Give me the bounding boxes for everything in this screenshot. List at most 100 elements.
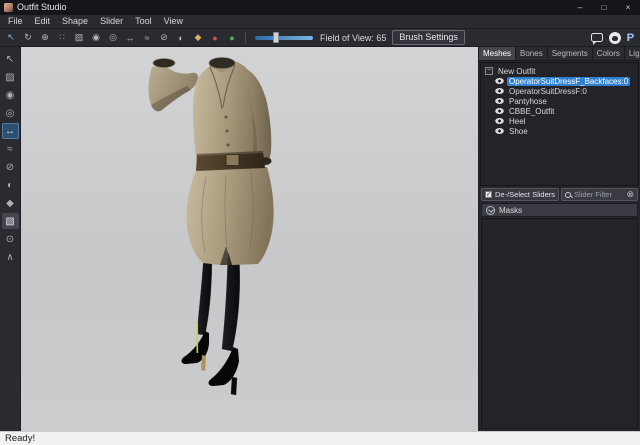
status-text: Ready! bbox=[5, 433, 35, 444]
paypal-icon[interactable]: P bbox=[627, 32, 634, 44]
pivot-tool-icon[interactable]: ⊕ bbox=[37, 31, 53, 45]
deselect-sliders-button[interactable]: ✓ De-/Select Sliders bbox=[481, 188, 559, 201]
maximize-button[interactable]: □ bbox=[592, 0, 616, 15]
smooth-brush-icon[interactable]: ≈ bbox=[139, 31, 155, 45]
slider-filter-input[interactable] bbox=[574, 190, 623, 199]
outfit-model bbox=[21, 47, 478, 431]
menu-file[interactable]: File bbox=[2, 15, 29, 28]
tree-item-new-outfit[interactable]: − New Outfit bbox=[483, 66, 636, 76]
alpha-brush-icon[interactable]: ▧ bbox=[2, 213, 19, 229]
menu-edit[interactable]: Edit bbox=[29, 15, 57, 28]
tree-item[interactable]: Pantyhose bbox=[483, 96, 636, 106]
transform-tool-icon[interactable]: ↻ bbox=[20, 31, 36, 45]
mask-brush-icon[interactable]: ▨ bbox=[71, 31, 87, 45]
eye-visibility-icon[interactable] bbox=[495, 108, 504, 114]
statusbar: Ready! bbox=[0, 431, 640, 445]
red-dot-icon[interactable]: ● bbox=[207, 31, 223, 45]
inflate-brush-icon[interactable]: ◉ bbox=[2, 87, 19, 103]
panel-tabs: Meshes Bones Segments Colors Lights bbox=[479, 47, 640, 61]
eye-visibility-icon[interactable] bbox=[495, 78, 504, 84]
tab-meshes[interactable]: Meshes bbox=[479, 47, 516, 60]
deselect-sliders-label: De-/Select Sliders bbox=[495, 190, 555, 199]
expander-icon[interactable]: − bbox=[485, 67, 493, 75]
tree-item[interactable]: Heel bbox=[483, 116, 636, 126]
model-right-leg bbox=[222, 253, 240, 351]
slider-filter-box[interactable]: ⊗ bbox=[561, 188, 638, 201]
inflate-brush-icon[interactable]: ◉ bbox=[88, 31, 104, 45]
model-right-heel bbox=[231, 377, 237, 395]
tree-item-label: Heel bbox=[507, 117, 527, 126]
model-left-leg bbox=[197, 252, 212, 335]
masks-header-label: Masks bbox=[499, 206, 522, 215]
green-dot-icon[interactable]: ● bbox=[224, 31, 240, 45]
brush-settings-button[interactable]: Brush Settings bbox=[392, 30, 465, 45]
fov-slider-track bbox=[255, 36, 313, 40]
minimize-button[interactable]: – bbox=[568, 0, 592, 15]
tree-root-label: New Outfit bbox=[496, 67, 537, 76]
fov-slider[interactable] bbox=[255, 32, 313, 43]
mesh-tree: − New Outfit OperatorSuitDressF_Backface… bbox=[480, 62, 639, 186]
viewport-3d[interactable] bbox=[21, 47, 478, 431]
menu-shape[interactable]: Shape bbox=[56, 15, 94, 28]
titlebar[interactable]: Outfit Studio – □ × bbox=[0, 0, 640, 15]
model-skirt bbox=[186, 167, 273, 265]
select-tool-icon[interactable]: ↖ bbox=[3, 31, 19, 45]
menu-view[interactable]: View bbox=[158, 15, 189, 28]
search-icon bbox=[565, 192, 571, 198]
window-controls: – □ × bbox=[568, 0, 640, 15]
menubar: File Edit Shape Slider Tool View bbox=[0, 15, 640, 29]
model-heel-marker bbox=[197, 323, 199, 353]
model-neck-opening bbox=[209, 58, 235, 69]
color-brush-icon[interactable]: ◆ bbox=[190, 31, 206, 45]
undiff-brush-icon[interactable]: ⊘ bbox=[2, 159, 19, 175]
move-brush-icon[interactable]: ↔ bbox=[122, 31, 138, 45]
tree-item[interactable]: OperatorSuitDressF_Backfaces:0 bbox=[483, 76, 636, 86]
outfit-studio-window: Outfit Studio – □ × File Edit Shape Slid… bbox=[0, 0, 640, 445]
tree-item[interactable]: Shoe bbox=[483, 126, 636, 136]
weight-brush-icon[interactable]: ◐ bbox=[2, 177, 19, 193]
toolbar-right-icons: P bbox=[591, 32, 637, 44]
checkbox-icon[interactable]: ✓ bbox=[485, 191, 492, 198]
eye-visibility-icon[interactable] bbox=[495, 118, 504, 124]
tab-lights[interactable]: Lights bbox=[625, 47, 640, 60]
undiff-brush-icon[interactable]: ⊘ bbox=[156, 31, 172, 45]
tree-item-label: CBBE_Outfit bbox=[507, 107, 556, 116]
pinch-brush-icon[interactable]: ∧ bbox=[2, 249, 19, 265]
model-cuff-opening bbox=[153, 59, 175, 68]
color-brush-icon[interactable]: ◆ bbox=[2, 195, 19, 211]
weight-brush-icon[interactable]: ◐ bbox=[173, 31, 189, 45]
smooth-brush-icon[interactable]: ≈ bbox=[2, 141, 19, 157]
deflate-brush-icon[interactable]: ◎ bbox=[2, 105, 19, 121]
move-brush-icon[interactable]: ↔ bbox=[2, 123, 19, 139]
model-belt-buckle bbox=[226, 155, 239, 166]
masks-section-header[interactable]: Masks bbox=[481, 203, 638, 217]
eye-visibility-icon[interactable] bbox=[495, 88, 504, 94]
left-toolbar: ↖ ▨ ◉ ◎ ↔ ≈ ⊘ ◐ ◆ ▧ ⊙ ∧ bbox=[0, 47, 21, 431]
fov-slider-handle[interactable] bbox=[273, 32, 279, 43]
tree-item[interactable]: OperatorSuitDressF:0 bbox=[483, 86, 636, 96]
collision-brush-icon[interactable]: ⊙ bbox=[2, 231, 19, 247]
tree-item[interactable]: CBBE_Outfit bbox=[483, 106, 636, 116]
main-area: ↖ ▨ ◉ ◎ ↔ ≈ ⊘ ◐ ◆ ▧ ⊙ ∧ bbox=[0, 47, 640, 431]
discord-chat-icon[interactable] bbox=[591, 33, 603, 42]
github-icon[interactable] bbox=[609, 32, 621, 44]
tab-segments[interactable]: Segments bbox=[548, 47, 593, 60]
select-tool-icon[interactable]: ↖ bbox=[2, 51, 19, 67]
close-button[interactable]: × bbox=[616, 0, 640, 15]
toolbar-separator bbox=[245, 32, 246, 44]
eye-visibility-icon[interactable] bbox=[495, 98, 504, 104]
chevron-down-icon bbox=[486, 206, 495, 215]
mask-brush-icon[interactable]: ▨ bbox=[2, 69, 19, 85]
deflate-brush-icon[interactable]: ◎ bbox=[105, 31, 121, 45]
tree-item-label: Pantyhose bbox=[507, 97, 549, 106]
tab-bones[interactable]: Bones bbox=[516, 47, 548, 60]
menu-tool[interactable]: Tool bbox=[129, 15, 158, 28]
eye-visibility-icon[interactable] bbox=[495, 128, 504, 134]
vertex-edit-icon[interactable]: ∷ bbox=[54, 31, 70, 45]
sliders-empty-area bbox=[481, 218, 638, 429]
tree-item-label: Shoe bbox=[507, 127, 530, 136]
toolbar: ↖ ↻ ⊕ ∷ ▨ ◉ ◎ ↔ ≈ ⊘ ◐ ◆ ● ● Field of Vie… bbox=[0, 29, 640, 47]
clear-filter-icon[interactable]: ⊗ bbox=[626, 190, 634, 199]
tab-colors[interactable]: Colors bbox=[593, 47, 625, 60]
menu-slider[interactable]: Slider bbox=[94, 15, 129, 28]
